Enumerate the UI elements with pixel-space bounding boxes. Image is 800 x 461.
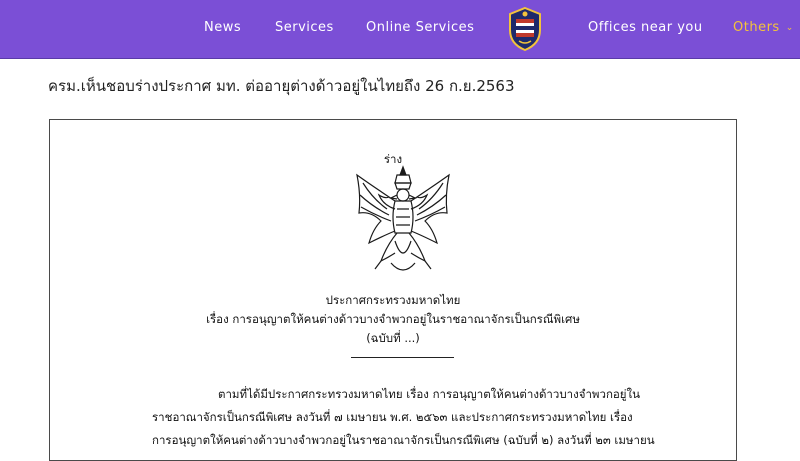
garuda-emblem-icon [356,165,450,271]
article-title: ครม.เห็นชอบร่างประกาศ มท. ต่ออายุต่างด้า… [48,77,515,95]
subject-line: เรื่อง การอนุญาตให้คนต่างด้าวบางจำพวกอยู… [206,312,580,326]
body-line-2: ราชอาณาจักรเป็นกรณีพิเศษ ลงวันที่ ๗ เมษา… [152,410,633,424]
divider-line [351,357,454,358]
nav-services[interactable]: Services [275,20,334,35]
top-navbar: News Services Online Services Offices ne… [0,0,800,59]
document-image: ร่าง ประกาศกระทรวงมหาดไทย เรื่อง การอนุญ… [49,119,737,461]
nav-others-label: Others [733,20,780,35]
body-line-3: การอนุญาตให้คนต่างด้าวบางจำพวกอยู่ในราชอ… [152,433,655,447]
edition-label: (ฉบับที่ ...) [366,331,420,345]
police-emblem-icon[interactable] [507,6,543,52]
nav-offices-near-you[interactable]: Offices near you [588,20,703,35]
nav-others-dropdown[interactable]: Others ⌄ [733,20,794,35]
body-line-1: ตามที่ได้มีประกาศกระทรวงมหาดไทย เรื่อง ก… [218,387,641,401]
nav-news[interactable]: News [204,20,241,35]
nav-online-services[interactable]: Online Services [366,20,474,35]
issuer-title: ประกาศกระทรวงมหาดไทย [325,293,461,307]
chevron-down-icon: ⌄ [785,23,794,33]
